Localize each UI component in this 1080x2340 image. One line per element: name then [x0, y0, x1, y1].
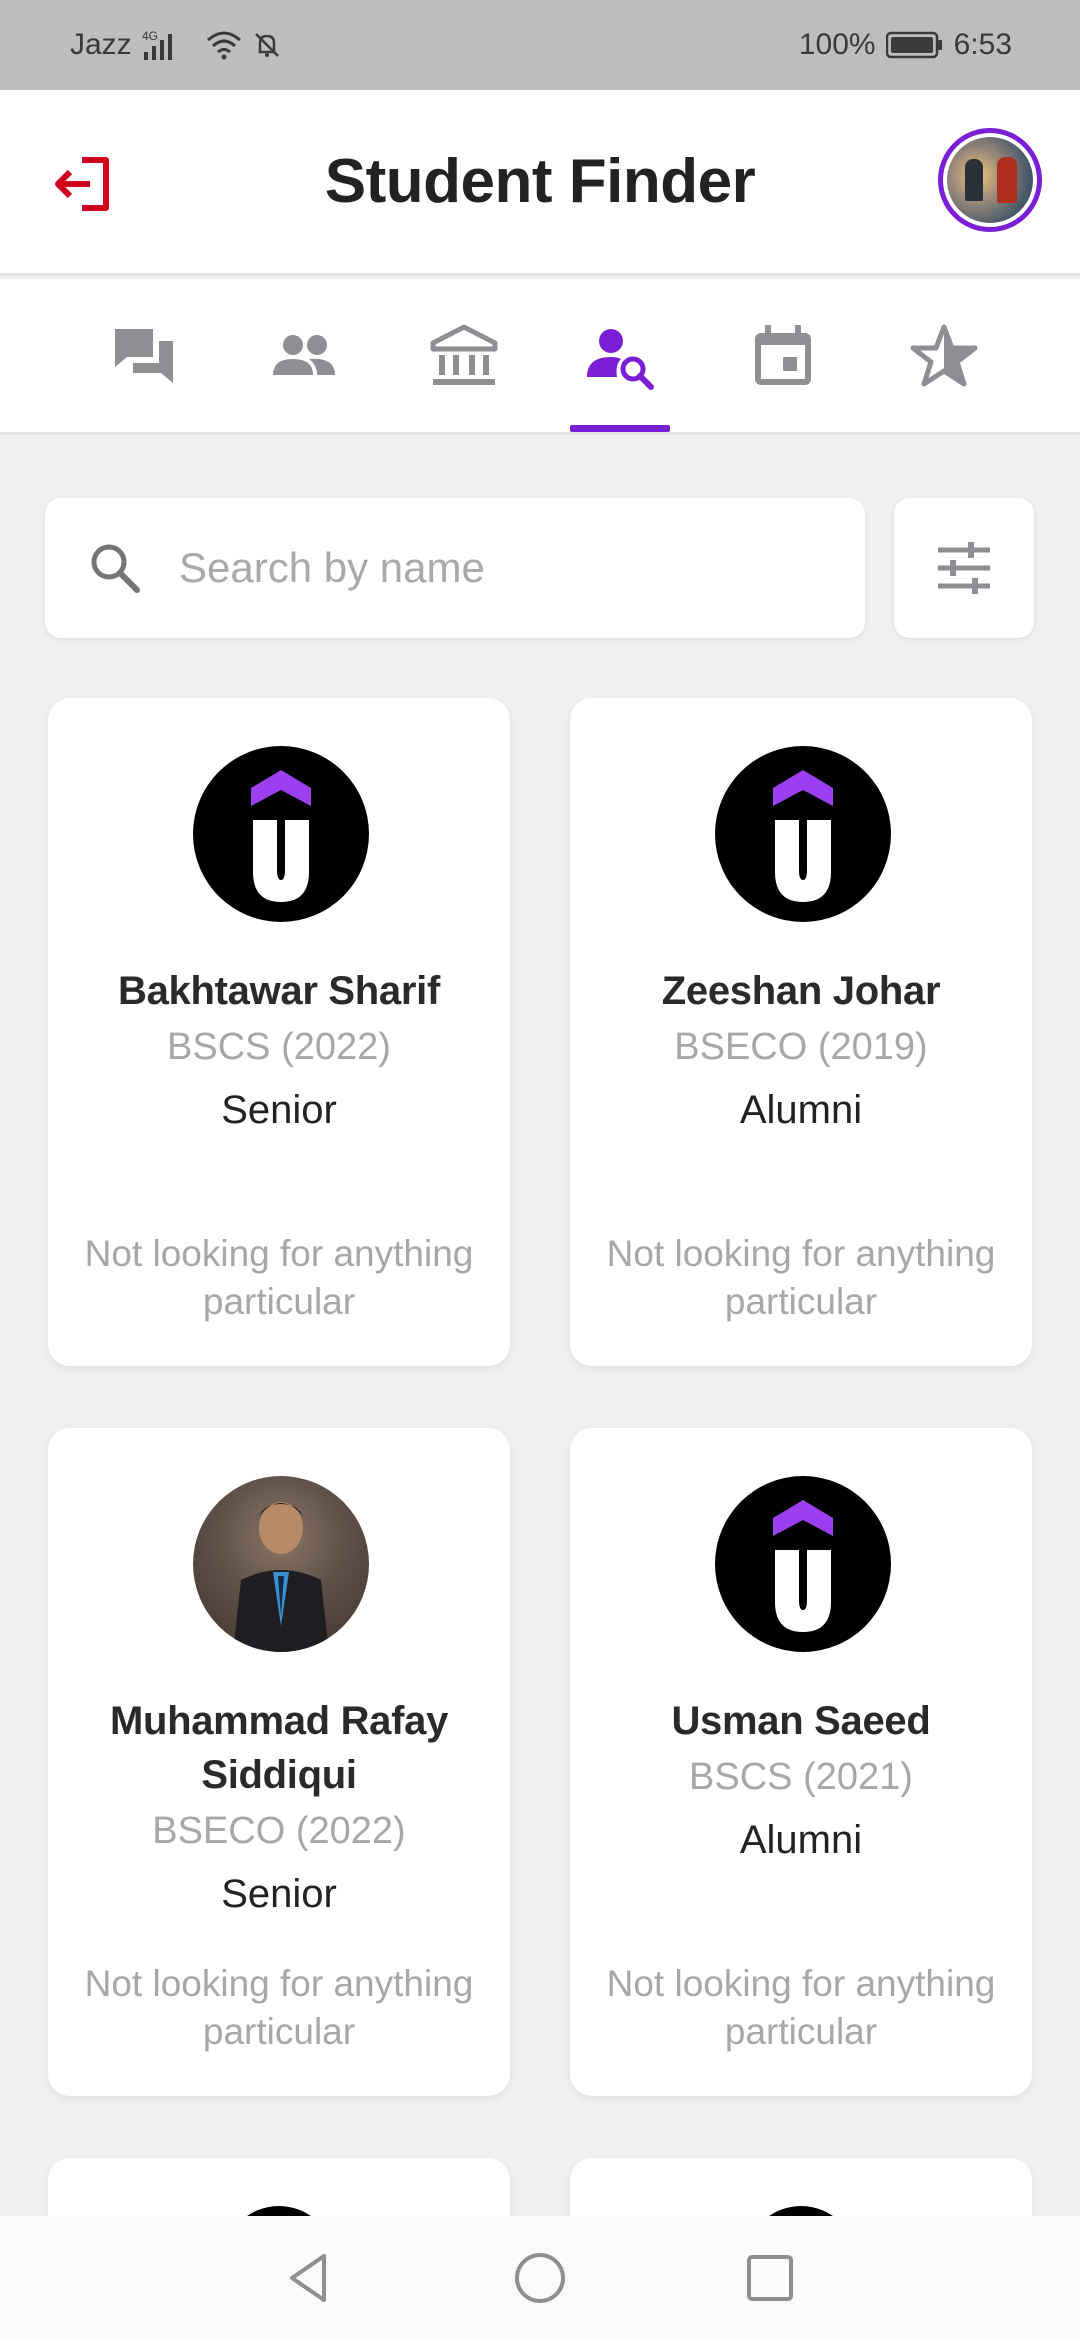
university-logo-icon	[773, 1500, 833, 1632]
student-program: BSECO (2019)	[674, 1026, 928, 1068]
search-box	[45, 498, 865, 638]
student-name: Muhammad Rafay Siddiqui	[109, 1699, 449, 1797]
battery-icon	[885, 31, 944, 59]
search-input[interactable]	[179, 544, 799, 592]
person-photo-icon	[233, 1502, 329, 1652]
tab-student-finder[interactable]	[570, 279, 670, 432]
student-looking-for: Not looking for anything particular	[606, 1233, 996, 1322]
student-avatar	[715, 746, 891, 922]
clock: 6:53	[953, 28, 1012, 61]
avatar	[947, 137, 1033, 223]
student-program: BSCS (2022)	[167, 1026, 391, 1068]
app-header: Student Finder	[0, 90, 1080, 276]
page-title: Student Finder	[324, 147, 756, 216]
student-name: Zeeshan Johar	[661, 969, 941, 1013]
logout-icon	[55, 157, 109, 211]
university-logo-icon	[773, 770, 833, 902]
student-avatar	[715, 1476, 891, 1652]
system-nav-bar	[0, 2216, 1080, 2340]
recents-square-icon	[747, 2255, 793, 2301]
student-card[interactable]: Usman Saeed BSCS (2021) Alumni Not looki…	[570, 1428, 1032, 2096]
star-icon	[910, 324, 978, 386]
tab-favorites[interactable]	[894, 279, 994, 432]
student-name: Usman Saeed	[671, 1699, 931, 1743]
tab-events[interactable]	[734, 279, 834, 432]
student-name: Bakhtawar Sharif	[118, 969, 440, 1013]
nav-home-button[interactable]	[510, 2248, 570, 2308]
person-search-icon	[587, 328, 654, 390]
student-status: Senior	[221, 1872, 337, 1916]
tab-institution[interactable]	[414, 279, 514, 432]
student-status: Alumni	[739, 1088, 863, 1132]
home-circle-icon	[515, 2253, 565, 2303]
wifi-icon	[206, 30, 242, 60]
student-card[interactable]: Muhammad Rafay Siddiqui BSECO (2022) Sen…	[48, 1428, 510, 2096]
student-looking-for: Not looking for anything particular	[84, 1963, 474, 2052]
battery-percent: 100%	[798, 28, 876, 61]
tab-chat[interactable]	[94, 279, 194, 432]
nav-back-button[interactable]	[280, 2248, 340, 2308]
calendar-icon	[755, 324, 811, 385]
student-avatar-photo	[193, 1476, 369, 1652]
nav-recents-button[interactable]	[740, 2248, 800, 2308]
status-left: Jazz 4G	[70, 28, 282, 62]
chat-icon	[115, 328, 173, 383]
student-program: BSECO (2022)	[152, 1810, 406, 1852]
student-status: Alumni	[739, 1818, 863, 1862]
student-card[interactable]: Zeeshan Johar BSECO (2019) Alumni Not lo…	[570, 698, 1032, 1366]
mute-bell-icon	[252, 30, 282, 60]
bank-icon	[430, 324, 498, 385]
status-bar: Jazz 4G 100% 6:53	[0, 0, 1080, 90]
student-card[interactable]: Bakhtawar Sharif BSCS (2022) Senior Not …	[48, 698, 510, 1366]
profile-avatar-button[interactable]	[938, 128, 1042, 232]
svg-text:4G: 4G	[142, 29, 158, 43]
back-triangle-icon	[290, 2254, 326, 2302]
student-program: BSCS (2021)	[689, 1756, 913, 1798]
carrier-label: Jazz	[70, 28, 132, 61]
university-logo-icon	[251, 770, 311, 902]
student-avatar	[193, 746, 369, 922]
tab-people[interactable]	[254, 279, 354, 432]
people-icon	[273, 334, 335, 375]
filter-button[interactable]	[894, 498, 1034, 638]
status-right: 100% 6:53	[799, 28, 1012, 62]
logout-button[interactable]	[52, 152, 116, 216]
student-status: Senior	[221, 1088, 337, 1132]
student-looking-for: Not looking for anything particular	[606, 1963, 996, 2052]
search-icon	[91, 544, 140, 593]
tab-bar	[0, 279, 1080, 435]
signal-icon: 4G	[142, 28, 196, 62]
student-looking-for: Not looking for anything particular	[84, 1233, 474, 1322]
filter-sliders-icon	[938, 542, 990, 594]
